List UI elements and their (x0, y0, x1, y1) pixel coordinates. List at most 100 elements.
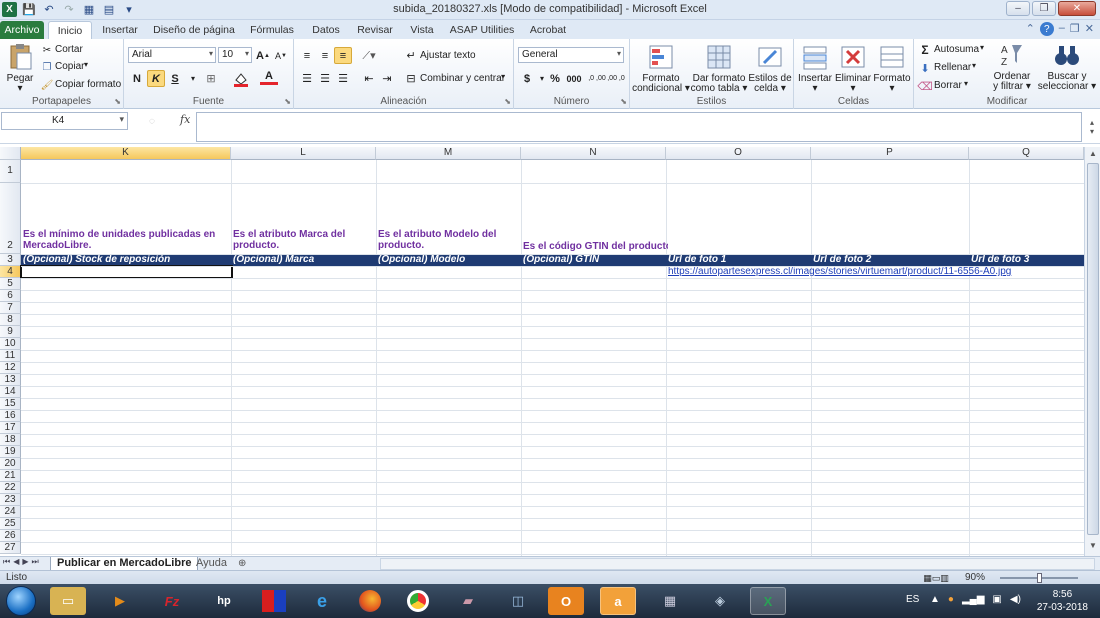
fill-dropdown-icon[interactable]: ▾ (972, 61, 976, 70)
tab-acrobat[interactable]: Acrobat (526, 21, 570, 39)
language-indicator[interactable]: ES (906, 594, 919, 605)
autosum-button[interactable]: Autosuma (934, 44, 979, 55)
row-header[interactable]: 8 (0, 314, 21, 326)
row-header[interactable]: 6 (0, 290, 21, 302)
select-all-corner[interactable] (0, 147, 21, 160)
format-painter-button[interactable]: Copiar formato (55, 79, 121, 90)
insert-cells-button[interactable]: Insertar ▾ (796, 43, 834, 94)
font-color-icon[interactable]: A (260, 70, 278, 85)
formula-scroll-icon[interactable]: ▴ ▾ (1086, 112, 1098, 142)
tab-insertar[interactable]: Insertar (98, 21, 142, 39)
cell-styles-button[interactable]: Estilos de celda ▾ (746, 43, 794, 94)
row-header[interactable]: 5 (0, 278, 21, 290)
close-button[interactable]: ✕ (1058, 1, 1096, 16)
font-launcher-icon[interactable]: ⬊ (284, 97, 291, 106)
row-header[interactable]: 7 (0, 302, 21, 314)
merge-center-button[interactable]: Combinar y centrar (420, 73, 505, 84)
row-header[interactable]: 20 (0, 458, 21, 470)
cell-p3[interactable]: Url de foto 2 (813, 254, 963, 266)
row-header[interactable]: 27 (0, 542, 21, 554)
row-header[interactable]: 17 (0, 422, 21, 434)
app-red-blue-icon[interactable] (256, 587, 292, 615)
row-header[interactable]: 2 (0, 183, 21, 254)
alignment-launcher-icon[interactable]: ⬊ (504, 97, 511, 106)
tab-inicio[interactable]: Inicio (48, 21, 92, 39)
clipboard-launcher-icon[interactable]: ⬊ (114, 97, 121, 106)
delete-cells-button[interactable]: Eliminar ▾ (834, 43, 872, 94)
cell-k2[interactable]: Es el mínimo de unidades publicadas en M… (23, 229, 229, 251)
clear-button[interactable]: Borrar (934, 80, 962, 91)
tray-expand-icon[interactable]: ▲ (930, 594, 940, 605)
row-header[interactable]: 21 (0, 470, 21, 482)
tab-datos[interactable]: Datos (306, 21, 346, 39)
new-sheet-icon[interactable]: ⊕ (232, 557, 252, 571)
scroll-down-icon[interactable]: ▼ (1087, 541, 1099, 553)
shrink-font-button[interactable]: A ▼ (272, 47, 290, 64)
wrap-text-button[interactable]: Ajustar texto (420, 50, 476, 61)
scroll-up-icon[interactable]: ▲ (1087, 149, 1099, 161)
signal-icon[interactable]: ▂▄▆ (962, 594, 984, 605)
cell-n3[interactable]: (Opcional) GTIN (523, 254, 663, 266)
active-cell-k4[interactable] (20, 265, 233, 279)
sheet-tab-ayuda[interactable]: Ayuda (190, 557, 233, 571)
decrease-decimal-button[interactable]: ,00 ,0 (607, 70, 625, 87)
align-middle-icon[interactable]: ≡ (316, 47, 334, 64)
collapse-ribbon-icon[interactable]: ⌃ (1026, 22, 1035, 36)
tab-asap-utilities[interactable]: ASAP Utilities (448, 21, 516, 39)
row-header[interactable]: 24 (0, 506, 21, 518)
restore-button[interactable]: ❐ (1032, 1, 1056, 16)
sort-filter-button[interactable]: AZ Ordenar y filtrar ▾ (988, 41, 1036, 92)
row-header[interactable]: 18 (0, 434, 21, 446)
column-header-l[interactable]: L (231, 147, 376, 160)
app-a-icon[interactable]: a (600, 587, 636, 615)
name-box[interactable]: K4 (1, 112, 128, 130)
format-as-table-button[interactable]: Dar formato como tabla ▾ (690, 43, 748, 94)
column-header-o[interactable]: O (666, 147, 811, 160)
font-name-select[interactable]: Arial (128, 47, 216, 63)
fill-color-icon[interactable] (232, 70, 250, 87)
copy-dropdown-icon[interactable]: ▾ (84, 60, 88, 69)
row-header[interactable]: 13 (0, 374, 21, 386)
media-player-icon[interactable]: ▶ (102, 587, 138, 615)
volume-icon[interactable]: ◀) (1010, 594, 1021, 605)
row-header[interactable]: 26 (0, 530, 21, 542)
horizontal-scrollbar[interactable] (380, 558, 1095, 570)
italic-button[interactable]: K (147, 70, 165, 87)
file-explorer-icon[interactable]: ▭ (50, 587, 86, 615)
row-header[interactable]: 4 (0, 266, 21, 278)
tab-diseno-pagina[interactable]: Diseño de página (152, 21, 236, 39)
conditional-format-button[interactable]: Formato condicional ▾ (632, 43, 690, 94)
internet-explorer-icon[interactable]: e (304, 587, 340, 615)
app-folder-icon[interactable]: ◈ (702, 587, 738, 615)
decrease-indent-icon[interactable]: ⇤ (360, 70, 378, 87)
tab-archivo[interactable]: Archivo (0, 21, 44, 39)
increase-indent-icon[interactable]: ⇥ (378, 70, 396, 87)
row-header[interactable]: 22 (0, 482, 21, 494)
outlook-icon[interactable]: O (548, 587, 584, 615)
format-cells-button[interactable]: Formato ▾ (872, 43, 912, 94)
column-header-p[interactable]: P (811, 147, 969, 160)
clear-dropdown-icon[interactable]: ▾ (964, 79, 968, 88)
row-header[interactable]: 23 (0, 494, 21, 506)
align-top-icon[interactable]: ≡ (298, 47, 316, 64)
row-header[interactable]: 16 (0, 410, 21, 422)
borders-icon[interactable]: ⊞ (202, 70, 220, 87)
start-button[interactable] (6, 586, 36, 616)
find-select-button[interactable]: Buscar y seleccionar ▾ (1036, 41, 1098, 92)
cell-m3[interactable]: (Opcional) Modelo (378, 254, 518, 266)
cell-m2[interactable]: Es el atributo Modelo del producto. (378, 229, 518, 251)
filezilla-icon[interactable]: Fz (154, 587, 190, 615)
font-size-select[interactable]: 10 (218, 47, 252, 63)
close-workbook-icon[interactable]: ✕ (1085, 22, 1094, 36)
paste-button[interactable]: Pegar ▾ (4, 43, 36, 94)
cut-button[interactable]: Cortar (55, 44, 83, 55)
percent-button[interactable]: % (546, 70, 564, 87)
row-header[interactable]: 19 (0, 446, 21, 458)
firefox-icon[interactable] (352, 587, 388, 615)
cell-o4-link[interactable]: https://autopartesexpress.cl/images/stor… (668, 266, 1078, 277)
chrome-icon[interactable] (400, 587, 436, 615)
cell-l3[interactable]: (Opcional) Marca (233, 254, 373, 266)
zoom-slider-knob[interactable] (1037, 573, 1042, 583)
align-bottom-icon[interactable]: ≡ (334, 47, 352, 64)
row-header[interactable]: 25 (0, 518, 21, 530)
